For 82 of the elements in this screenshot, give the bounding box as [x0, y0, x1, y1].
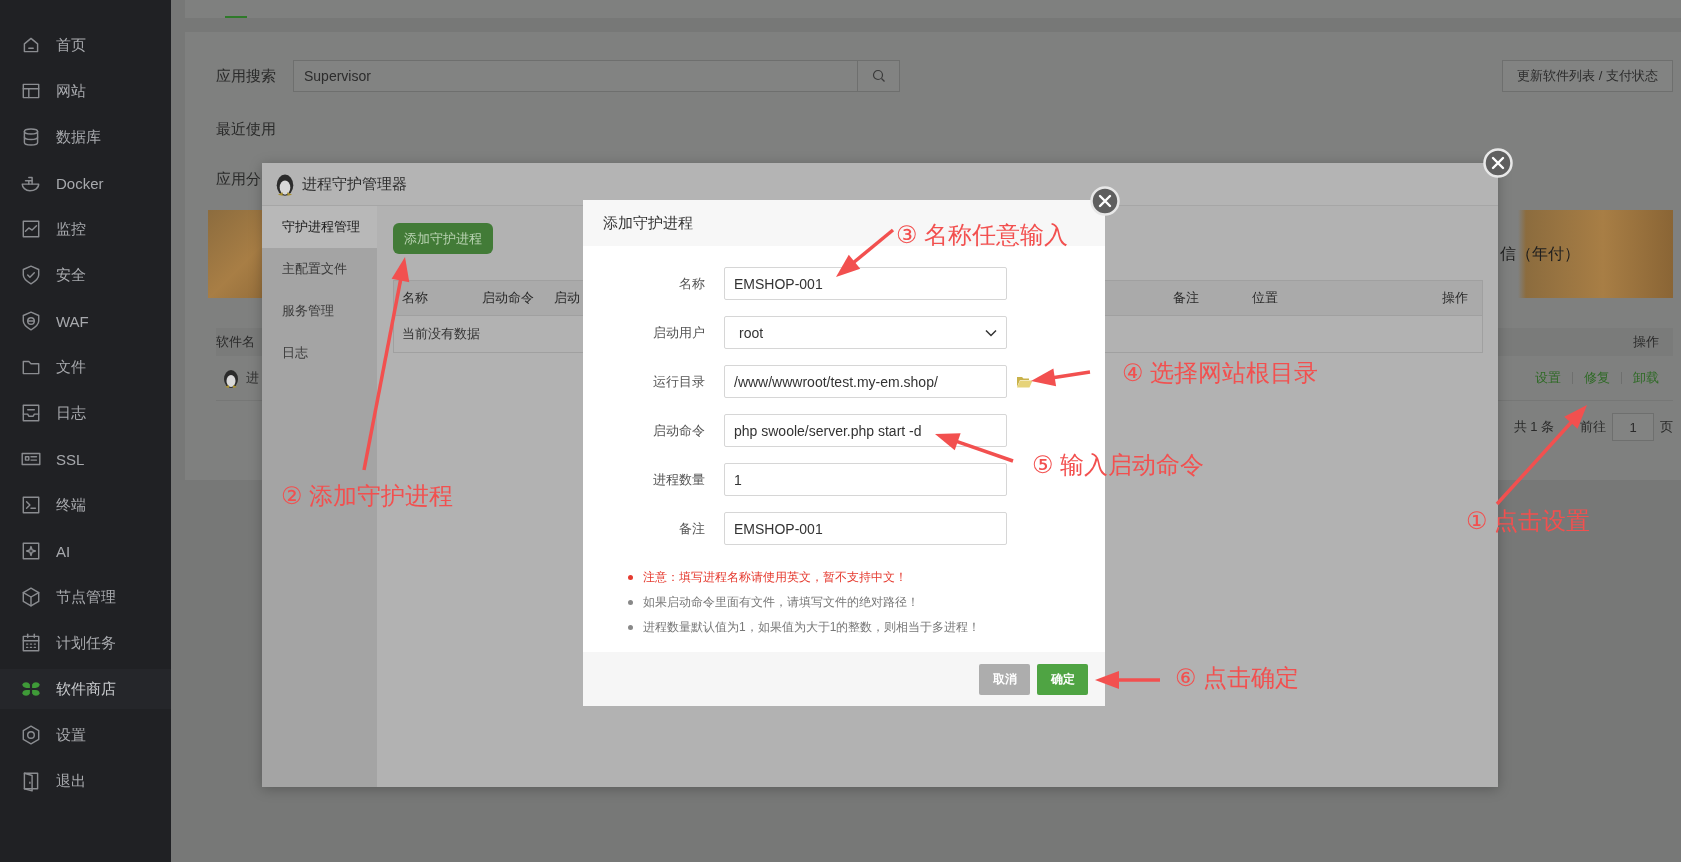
sparkle-icon [20, 540, 42, 562]
annotation-text: ① 点击设置 [1466, 506, 1591, 536]
field-label: 启动命令 [652, 421, 705, 440]
total-count: 共 1 条 [1513, 418, 1554, 436]
chevron-down-icon [985, 328, 997, 337]
arrow [1095, 671, 1160, 689]
sidebar-item[interactable]: 设置 [0, 715, 171, 755]
bullet-icon [628, 600, 633, 605]
sidebar-item[interactable]: AI [0, 531, 171, 571]
field-label: 名称 [678, 274, 705, 293]
input-field[interactable]: /www/wwwroot/test.my-em.shop/ [724, 365, 1007, 398]
sidebar-item[interactable]: 日志 [0, 393, 171, 433]
input-field[interactable]: EMSHOP-001 [724, 512, 1007, 545]
column-header: 操作 [1442, 289, 1468, 307]
sidebar-item[interactable]: 文件 [0, 347, 171, 387]
software-name: 进 [246, 369, 259, 387]
inbox-icon [20, 402, 42, 424]
section-title: 应用分 [216, 169, 261, 189]
input-field[interactable]: EMSHOP-001 [724, 267, 1007, 300]
bullet-icon [628, 625, 633, 630]
nav-item[interactable]: 日志 [262, 332, 377, 374]
sidebar-item[interactable]: 节点管理 [0, 577, 171, 617]
sidebar-item[interactable]: Docker [0, 163, 171, 203]
sidebar-item[interactable]: 数据库 [0, 117, 171, 157]
sidebar-item[interactable]: 软件商店 [0, 669, 171, 709]
sidebar-item[interactable]: 退出 [0, 761, 171, 801]
arrow [1031, 368, 1091, 387]
chart-icon [20, 218, 42, 240]
column-header: 软件名 [216, 333, 255, 351]
bullet-icon [628, 575, 633, 580]
search-field[interactable]: Supervisor [293, 60, 858, 92]
input-field[interactable]: php swoole/server.php start -d [724, 414, 1007, 447]
annotation-text: ④ 选择网站根目录 [1122, 358, 1319, 388]
penguin-icon [222, 367, 240, 389]
note-text: 注意：填写进程名称请使用英文，暂不支持中文！ [643, 569, 907, 586]
field-label: 进程数量 [652, 470, 705, 489]
page-input[interactable]: 1 [1612, 413, 1654, 441]
terminal-icon [20, 494, 42, 516]
section-title: 最近使用 [216, 119, 276, 139]
note-text: 如果启动命令里面有文件，请填写文件的绝对路径！ [643, 594, 919, 611]
window-title: 进程守护管理器 [302, 174, 407, 194]
cube-icon [20, 586, 42, 608]
annotation-text: ⑤ 输入启动命令 [1032, 450, 1205, 480]
sidebar-item[interactable]: WAF [0, 301, 171, 341]
goto-label: 前往 [1580, 418, 1606, 436]
shield-icon [20, 264, 42, 286]
column-header: 名称 [402, 289, 429, 307]
tab-indicator [225, 16, 247, 18]
calendar-icon [20, 632, 42, 654]
column-header: 启动 [554, 289, 581, 307]
column-header: 启动命令 [482, 289, 535, 307]
update-button[interactable]: 更新软件列表 / 支付状态 [1502, 60, 1673, 92]
annotation-text: ③ 名称任意输入 [896, 220, 1069, 250]
sidebar-item[interactable]: 监控 [0, 209, 171, 249]
search-icon [871, 69, 886, 83]
annotation-text: ② 添加守护进程 [281, 481, 454, 511]
note-text: 进程数量默认值为1，如果值为大于1的整数，则相当于多进程！ [643, 619, 981, 636]
field-label: 启动用户 [652, 323, 705, 342]
select-field[interactable]: root [724, 316, 1007, 349]
column-header: 操作 [1633, 333, 1659, 351]
sidebar-item[interactable]: 终端 [0, 485, 171, 525]
banner-text: 信（年付） [1499, 243, 1580, 264]
column-header: 备注 [1173, 289, 1200, 307]
nav-item[interactable]: 主配置文件 [262, 248, 377, 290]
input-field[interactable]: 1 [724, 463, 1007, 496]
nav-item[interactable]: 服务管理 [262, 290, 377, 332]
sidebar-item[interactable]: 网站 [0, 71, 171, 111]
sidebar-item[interactable]: 安全 [0, 255, 171, 295]
arrow [836, 228, 895, 277]
sidebar-item[interactable]: 首页 [0, 25, 171, 65]
page-label: 页 [1660, 418, 1673, 436]
field-label: 运行目录 [652, 372, 705, 391]
nav-item[interactable]: 守护进程管理 [262, 206, 377, 248]
globe-shield-icon [20, 310, 42, 332]
sidebar-item[interactable]: SSL [0, 439, 171, 479]
field-label: 备注 [678, 519, 705, 538]
column-header: 位置 [1252, 289, 1279, 307]
settings-icon [20, 724, 42, 746]
sidebar-item[interactable]: 计划任务 [0, 623, 171, 663]
search-label: 应用搜索 [216, 66, 277, 86]
annotation-text: ⑥ 点击确定 [1175, 663, 1300, 693]
empty-text: 当前没有数据 [402, 325, 480, 343]
